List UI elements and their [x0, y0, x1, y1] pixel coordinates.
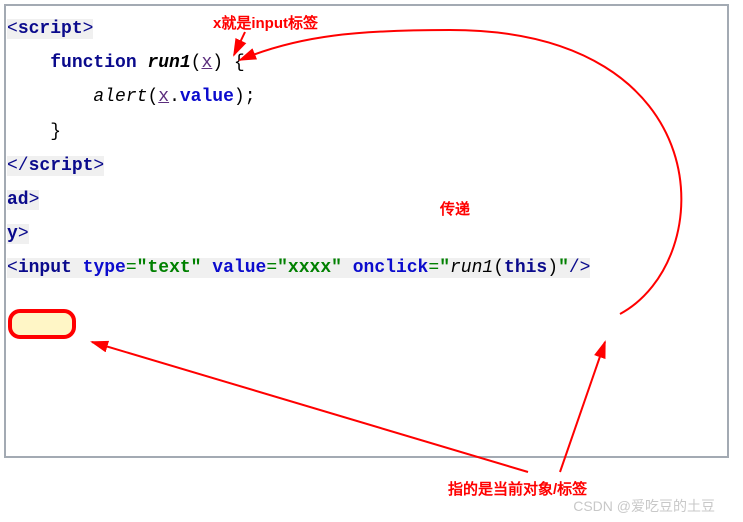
quote-close: " — [558, 258, 569, 278]
keyword-function: function — [50, 53, 136, 73]
brace-open: { — [223, 53, 245, 73]
eq2: = — [266, 258, 277, 278]
self-close: /> — [569, 258, 591, 278]
lparen2: ( — [147, 87, 158, 107]
angle-close4: > — [18, 224, 29, 244]
trunc-ad: ad — [7, 190, 29, 210]
eq3: = — [428, 258, 439, 278]
tag-script-close: script — [29, 156, 94, 176]
param-x: x — [201, 53, 212, 73]
lparen3: ( — [493, 258, 504, 278]
eq1: = — [126, 258, 137, 278]
dot: . — [169, 87, 180, 107]
arg-x: x — [158, 87, 169, 107]
annotation-mid: 传递 — [440, 198, 470, 219]
tag-script-open: script — [18, 19, 83, 39]
rparen2: ) — [234, 87, 245, 107]
watermark: CSDN @爱吃豆的土豆 — [573, 496, 715, 516]
angle-open: < — [7, 19, 18, 39]
fn-name: run1 — [147, 53, 190, 73]
annotation-top: x就是input标签 — [213, 12, 318, 33]
brace-close: } — [50, 122, 61, 142]
semi: ; — [245, 87, 256, 107]
code-area: <script> function run1(x) { alert(x.valu… — [6, 6, 727, 456]
lparen: ( — [191, 53, 202, 73]
angle-open-input: < — [7, 258, 18, 278]
angle-close2: > — [93, 156, 104, 176]
attr-type: type — [83, 258, 126, 278]
val-text: "text" — [137, 258, 202, 278]
val-xxxx: "xxxx" — [277, 258, 342, 278]
angle-close: > — [83, 19, 94, 39]
attr-value: value — [212, 258, 266, 278]
diagram-frame: <script> function run1(x) { alert(x.valu… — [0, 0, 743, 522]
trunc-y: y — [7, 224, 18, 244]
angle-close3: > — [29, 190, 40, 210]
angle-open-close: </ — [7, 156, 29, 176]
tag-input: input — [18, 258, 72, 278]
code-border: <script> function run1(x) { alert(x.valu… — [4, 4, 729, 458]
prop-value: value — [180, 87, 234, 107]
rparen3: ) — [547, 258, 558, 278]
attr-onclick: onclick — [353, 258, 429, 278]
call-run1: run1 — [450, 258, 493, 278]
quote-open: " — [439, 258, 450, 278]
space — [72, 258, 83, 278]
kw-this: this — [504, 258, 547, 278]
rparen: ) — [212, 53, 223, 73]
call-alert: alert — [93, 87, 147, 107]
input-highlight-box — [8, 309, 76, 339]
annotation-bottom: 指的是当前对象/标签 — [448, 478, 587, 499]
